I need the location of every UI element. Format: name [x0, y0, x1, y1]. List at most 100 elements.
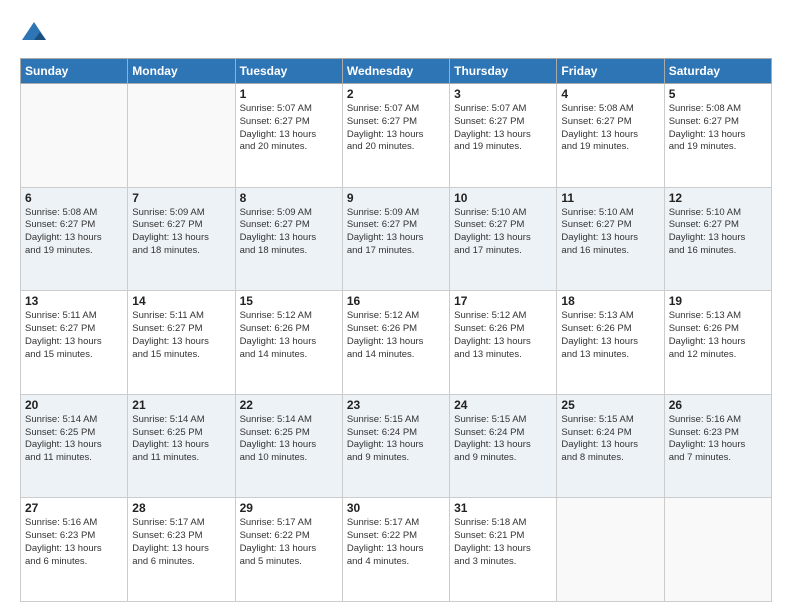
calendar-cell: 15 Sunrise: 5:12 AM Sunset: 6:26 PM Dayli… — [235, 291, 342, 395]
calendar-cell: 6 Sunrise: 5:08 AM Sunset: 6:27 PM Daylig… — [21, 187, 128, 291]
calendar-cell: 30 Sunrise: 5:17 AM Sunset: 6:22 PM Dayli… — [342, 498, 449, 602]
day-number: 24 — [454, 398, 552, 412]
day-info: Sunrise: 5:16 AM Sunset: 6:23 PM Dayligh… — [669, 414, 767, 465]
day-info: Sunrise: 5:10 AM Sunset: 6:27 PM Dayligh… — [669, 207, 767, 258]
calendar-cell: 31 Sunrise: 5:18 AM Sunset: 6:21 PM Dayli… — [450, 498, 557, 602]
calendar-cell: 10 Sunrise: 5:10 AM Sunset: 6:27 PM Dayli… — [450, 187, 557, 291]
calendar-cell: 4Sunrise: 5:08 AM Sunset: 6:27 PM Daylig… — [557, 84, 664, 188]
calendar-cell: 17 Sunrise: 5:12 AM Sunset: 6:26 PM Dayli… — [450, 291, 557, 395]
day-number: 18 — [561, 294, 659, 308]
calendar-cell — [128, 84, 235, 188]
day-number: 26 — [669, 398, 767, 412]
weekday-header: Friday — [557, 59, 664, 84]
calendar-cell — [664, 498, 771, 602]
calendar-cell: 12Sunrise: 5:10 AM Sunset: 6:27 PM Dayli… — [664, 187, 771, 291]
day-number: 30 — [347, 501, 445, 515]
calendar-cell — [557, 498, 664, 602]
calendar-cell: 14Sunrise: 5:11 AM Sunset: 6:27 PM Dayli… — [128, 291, 235, 395]
weekday-header: Monday — [128, 59, 235, 84]
day-info: Sunrise: 5:13 AM Sunset: 6:26 PM Dayligh… — [669, 310, 767, 361]
day-info: Sunrise: 5:15 AM Sunset: 6:24 PM Dayligh… — [561, 414, 659, 465]
day-info: Sunrise: 5:09 AM Sunset: 6:27 PM Dayligh… — [132, 207, 230, 258]
day-info: Sunrise: 5:14 AM Sunset: 6:25 PM Dayligh… — [132, 414, 230, 465]
calendar-table: SundayMondayTuesdayWednesdayThursdayFrid… — [20, 58, 772, 602]
day-info: Sunrise: 5:10 AM Sunset: 6:27 PM Dayligh… — [561, 207, 659, 258]
calendar-cell: 7 Sunrise: 5:09 AM Sunset: 6:27 PM Daylig… — [128, 187, 235, 291]
day-number: 8 — [240, 191, 338, 205]
day-number: 2 — [347, 87, 445, 101]
day-info: Sunrise: 5:18 AM Sunset: 6:21 PM Dayligh… — [454, 517, 552, 568]
day-info: Sunrise: 5:08 AM Sunset: 6:27 PM Dayligh… — [669, 103, 767, 154]
calendar-header-row: SundayMondayTuesdayWednesdayThursdayFrid… — [21, 59, 772, 84]
day-info: Sunrise: 5:07 AM Sunset: 6:27 PM Dayligh… — [240, 103, 338, 154]
calendar-cell: 13Sunrise: 5:11 AM Sunset: 6:27 PM Dayli… — [21, 291, 128, 395]
day-info: Sunrise: 5:14 AM Sunset: 6:25 PM Dayligh… — [240, 414, 338, 465]
calendar-cell: 25Sunrise: 5:15 AM Sunset: 6:24 PM Dayli… — [557, 394, 664, 498]
calendar-cell: 5 Sunrise: 5:08 AM Sunset: 6:27 PM Daylig… — [664, 84, 771, 188]
day-info: Sunrise: 5:14 AM Sunset: 6:25 PM Dayligh… — [25, 414, 123, 465]
calendar-body: 1 Sunrise: 5:07 AM Sunset: 6:27 PM Daylig… — [21, 84, 772, 602]
day-number: 1 — [240, 87, 338, 101]
day-info: Sunrise: 5:12 AM Sunset: 6:26 PM Dayligh… — [347, 310, 445, 361]
calendar-cell: 22 Sunrise: 5:14 AM Sunset: 6:25 PM Dayli… — [235, 394, 342, 498]
day-info: Sunrise: 5:08 AM Sunset: 6:27 PM Dayligh… — [561, 103, 659, 154]
day-info: Sunrise: 5:07 AM Sunset: 6:27 PM Dayligh… — [347, 103, 445, 154]
calendar-cell: 21 Sunrise: 5:14 AM Sunset: 6:25 PM Dayli… — [128, 394, 235, 498]
day-info: Sunrise: 5:17 AM Sunset: 6:22 PM Dayligh… — [240, 517, 338, 568]
day-number: 22 — [240, 398, 338, 412]
day-info: Sunrise: 5:12 AM Sunset: 6:26 PM Dayligh… — [454, 310, 552, 361]
day-number: 17 — [454, 294, 552, 308]
weekday-header: Thursday — [450, 59, 557, 84]
page: SundayMondayTuesdayWednesdayThursdayFrid… — [0, 0, 792, 612]
day-info: Sunrise: 5:16 AM Sunset: 6:23 PM Dayligh… — [25, 517, 123, 568]
day-number: 28 — [132, 501, 230, 515]
calendar-cell: 24 Sunrise: 5:15 AM Sunset: 6:24 PM Dayli… — [450, 394, 557, 498]
day-number: 23 — [347, 398, 445, 412]
calendar-cell: 8Sunrise: 5:09 AM Sunset: 6:27 PM Daylig… — [235, 187, 342, 291]
day-info: Sunrise: 5:10 AM Sunset: 6:27 PM Dayligh… — [454, 207, 552, 258]
weekday-header: Wednesday — [342, 59, 449, 84]
weekday-header: Tuesday — [235, 59, 342, 84]
calendar-cell: 23 Sunrise: 5:15 AM Sunset: 6:24 PM Dayli… — [342, 394, 449, 498]
calendar-cell: 1 Sunrise: 5:07 AM Sunset: 6:27 PM Daylig… — [235, 84, 342, 188]
weekday-header: Sunday — [21, 59, 128, 84]
day-number: 10 — [454, 191, 552, 205]
calendar-cell: 19 Sunrise: 5:13 AM Sunset: 6:26 PM Dayli… — [664, 291, 771, 395]
day-info: Sunrise: 5:12 AM Sunset: 6:26 PM Dayligh… — [240, 310, 338, 361]
day-number: 14 — [132, 294, 230, 308]
calendar-cell: 27 Sunrise: 5:16 AM Sunset: 6:23 PM Dayli… — [21, 498, 128, 602]
day-number: 11 — [561, 191, 659, 205]
logo — [20, 18, 52, 46]
day-info: Sunrise: 5:08 AM Sunset: 6:27 PM Dayligh… — [25, 207, 123, 258]
calendar-week-row: 1 Sunrise: 5:07 AM Sunset: 6:27 PM Daylig… — [21, 84, 772, 188]
day-number: 7 — [132, 191, 230, 205]
day-number: 15 — [240, 294, 338, 308]
weekday-header: Saturday — [664, 59, 771, 84]
day-number: 31 — [454, 501, 552, 515]
calendar-cell — [21, 84, 128, 188]
calendar-week-row: 20 Sunrise: 5:14 AM Sunset: 6:25 PM Dayli… — [21, 394, 772, 498]
day-number: 6 — [25, 191, 123, 205]
calendar-cell: 16Sunrise: 5:12 AM Sunset: 6:26 PM Dayli… — [342, 291, 449, 395]
calendar-cell: 26 Sunrise: 5:16 AM Sunset: 6:23 PM Dayli… — [664, 394, 771, 498]
day-info: Sunrise: 5:11 AM Sunset: 6:27 PM Dayligh… — [25, 310, 123, 361]
day-info: Sunrise: 5:17 AM Sunset: 6:23 PM Dayligh… — [132, 517, 230, 568]
day-info: Sunrise: 5:15 AM Sunset: 6:24 PM Dayligh… — [454, 414, 552, 465]
day-info: Sunrise: 5:17 AM Sunset: 6:22 PM Dayligh… — [347, 517, 445, 568]
day-number: 27 — [25, 501, 123, 515]
calendar-week-row: 6 Sunrise: 5:08 AM Sunset: 6:27 PM Daylig… — [21, 187, 772, 291]
day-number: 3 — [454, 87, 552, 101]
calendar-cell: 11 Sunrise: 5:10 AM Sunset: 6:27 PM Dayli… — [557, 187, 664, 291]
day-number: 20 — [25, 398, 123, 412]
calendar-cell: 29Sunrise: 5:17 AM Sunset: 6:22 PM Dayli… — [235, 498, 342, 602]
day-info: Sunrise: 5:13 AM Sunset: 6:26 PM Dayligh… — [561, 310, 659, 361]
calendar-cell: 18 Sunrise: 5:13 AM Sunset: 6:26 PM Dayli… — [557, 291, 664, 395]
calendar-cell: 20 Sunrise: 5:14 AM Sunset: 6:25 PM Dayli… — [21, 394, 128, 498]
calendar-week-row: 13Sunrise: 5:11 AM Sunset: 6:27 PM Dayli… — [21, 291, 772, 395]
day-number: 5 — [669, 87, 767, 101]
calendar-week-row: 27 Sunrise: 5:16 AM Sunset: 6:23 PM Dayli… — [21, 498, 772, 602]
header — [20, 18, 772, 46]
day-number: 19 — [669, 294, 767, 308]
day-info: Sunrise: 5:15 AM Sunset: 6:24 PM Dayligh… — [347, 414, 445, 465]
day-number: 21 — [132, 398, 230, 412]
